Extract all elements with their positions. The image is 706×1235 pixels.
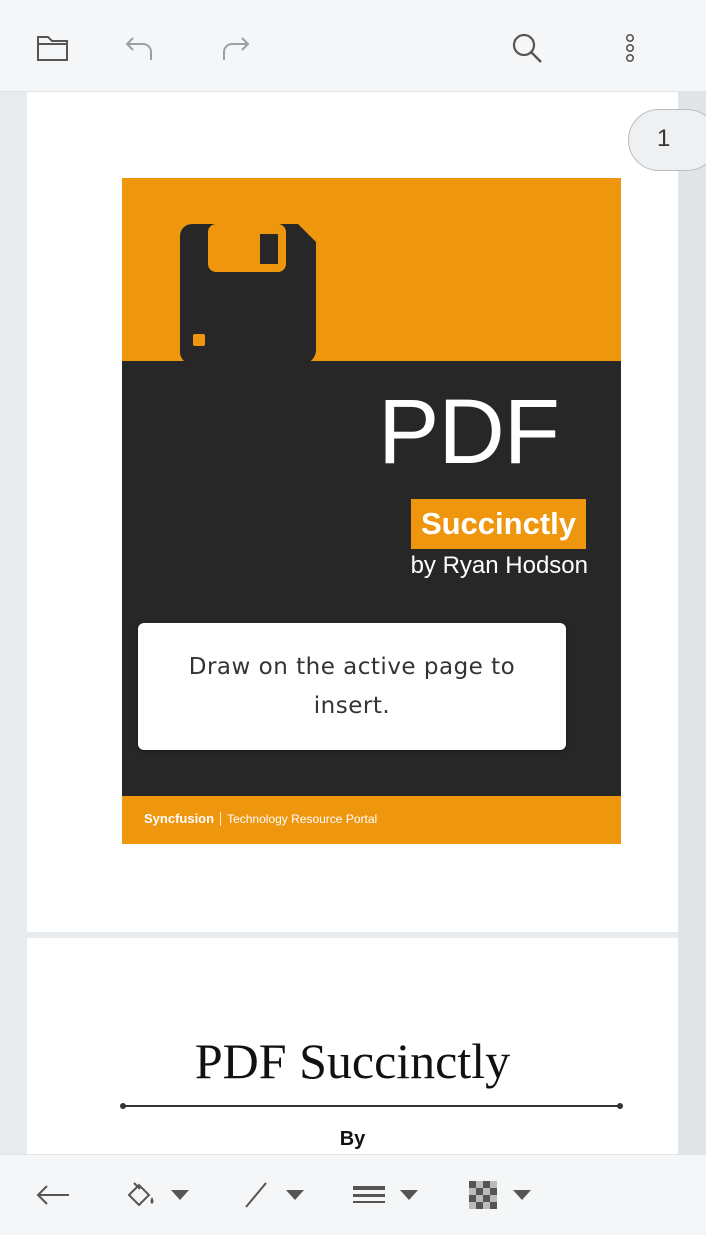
- chevron-down-icon: [286, 1190, 304, 1200]
- thickness-button[interactable]: [352, 1175, 418, 1215]
- search-button[interactable]: [507, 26, 547, 70]
- pdf-page-2[interactable]: PDF Succinctly By: [27, 938, 678, 1154]
- opacity-button[interactable]: [467, 1175, 531, 1215]
- more-vertical-icon: [625, 33, 635, 62]
- line-thickness-icon: [353, 1186, 385, 1203]
- brand-divider: [220, 811, 222, 826]
- syncfusion-logo: Syncfusion: [144, 811, 215, 826]
- search-icon: [512, 33, 542, 63]
- opacity-checker-icon: [469, 1181, 497, 1209]
- pdf-page-1[interactable]: PDF Succinctly by Ryan Hodson Syncfusion…: [27, 92, 678, 932]
- line-stroke-icon: [245, 1182, 267, 1208]
- chevron-down-icon: [171, 1190, 189, 1200]
- arrow-left-icon: [36, 1185, 69, 1205]
- pdf-viewer[interactable]: PDF Succinctly by Ryan Hodson Syncfusion…: [0, 92, 706, 1154]
- page-number-indicator[interactable]: 1: [628, 109, 706, 171]
- chevron-down-icon: [400, 1190, 418, 1200]
- fill-bucket-icon: [127, 1182, 154, 1207]
- cover-author: by Ryan Hodson: [410, 552, 588, 579]
- page-2-title: PDF Succinctly: [194, 1033, 511, 1089]
- undo-button[interactable]: [120, 26, 160, 70]
- top-toolbar: [0, 0, 706, 92]
- folder-icon: [37, 36, 68, 61]
- cover-title: PDF: [378, 381, 560, 483]
- toast-message: Draw on the active page to insert.: [188, 653, 516, 719]
- fill-color-button[interactable]: [125, 1175, 189, 1215]
- cover-brand: Syncfusion Technology Resource Portal: [144, 811, 377, 826]
- scrollbar-track[interactable]: [678, 92, 706, 1154]
- cover-series-label: Succinctly: [410, 499, 586, 549]
- page-2-divider: [120, 1103, 623, 1109]
- back-button[interactable]: [35, 1175, 71, 1215]
- page-2-by-label: By: [339, 1128, 366, 1150]
- stroke-color-button[interactable]: [240, 1175, 304, 1215]
- more-options-button[interactable]: [610, 26, 650, 70]
- redo-button[interactable]: [215, 26, 255, 70]
- chevron-down-icon: [513, 1190, 531, 1200]
- insert-hint-toast: Draw on the active page to insert.: [138, 623, 566, 750]
- undo-icon: [125, 37, 152, 60]
- floppy-disk-icon: [180, 224, 316, 364]
- redo-icon: [223, 37, 250, 60]
- annotation-toolbar: [0, 1154, 706, 1235]
- open-file-button[interactable]: [33, 26, 73, 70]
- brand-tagline: Technology Resource Portal: [227, 811, 378, 826]
